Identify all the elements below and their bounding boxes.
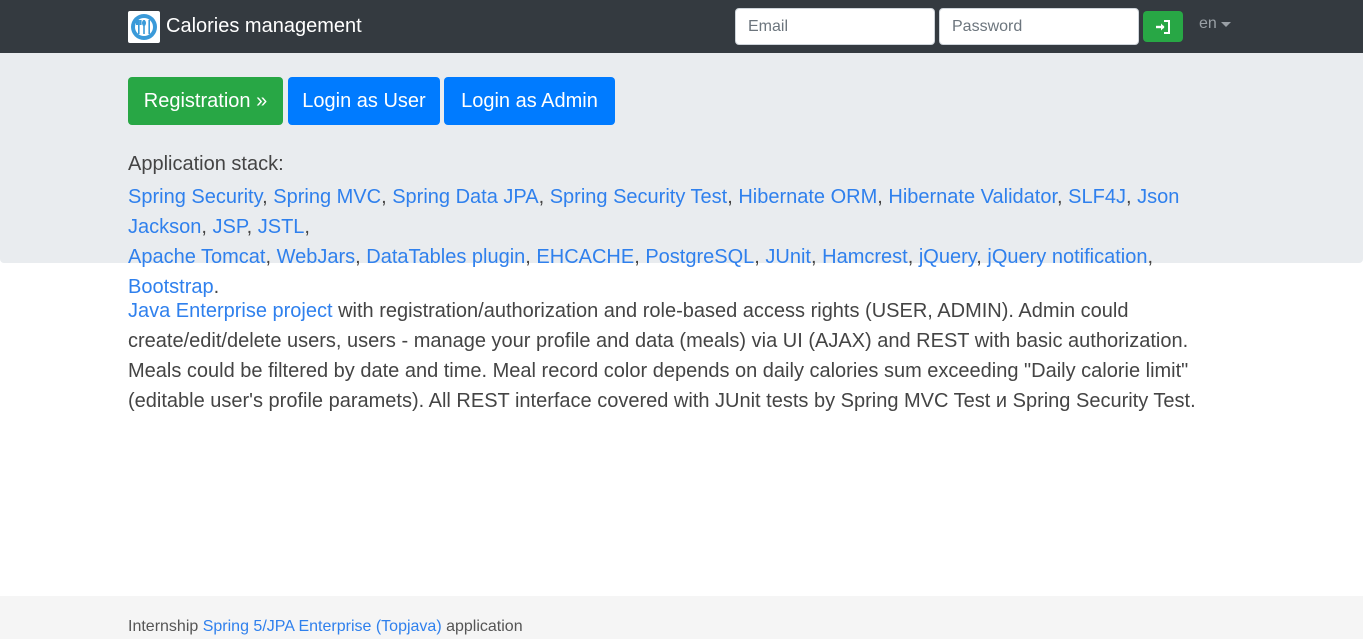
java-enterprise-project-link[interactable]: Java Enterprise project xyxy=(128,300,333,322)
project-description: Java Enterprise project with registratio… xyxy=(128,296,1236,416)
stack-link-webjars[interactable]: WebJars xyxy=(277,246,356,268)
caret-down-icon xyxy=(1220,22,1231,27)
login-as-user-button[interactable]: Login as User xyxy=(288,77,440,125)
registration-button-label: Registration » xyxy=(143,89,268,112)
stack-link-hibernate-validator[interactable]: Hibernate Validator xyxy=(888,186,1057,208)
login-button[interactable] xyxy=(1143,11,1183,42)
brand-title: Calories management xyxy=(166,15,362,37)
stack-link-jstl[interactable]: JSTL xyxy=(258,216,305,238)
stack-link-slf4j[interactable]: SLF4J xyxy=(1068,186,1126,208)
language-label: en xyxy=(1199,15,1217,32)
footer-prefix: Internship xyxy=(128,618,203,635)
stack-link-hamcrest[interactable]: Hamcrest xyxy=(822,246,908,268)
stack-link-spring-mvc[interactable]: Spring MVC xyxy=(273,186,381,208)
login-as-admin-label: Login as Admin xyxy=(461,89,598,112)
stack-link-spring-security[interactable]: Spring Security xyxy=(128,186,262,208)
stack-link-spring-security-test[interactable]: Spring Security Test xyxy=(550,186,728,208)
topjava-link[interactable]: Spring 5/JPA Enterprise (Topjava) xyxy=(203,618,442,635)
stack-link-datatables-plugin[interactable]: DataTables plugin xyxy=(366,246,525,268)
stack-link-jsp[interactable]: JSP xyxy=(213,216,247,238)
password-input[interactable] xyxy=(939,8,1139,45)
stack-link-postgresql[interactable]: PostgreSQL xyxy=(645,246,754,268)
stack-link-apache-tomcat[interactable]: Apache Tomcat xyxy=(128,246,266,268)
stack-link-jquery[interactable]: jQuery xyxy=(919,246,976,268)
stack-link-junit[interactable]: JUnit xyxy=(765,246,811,268)
footer-suffix: application xyxy=(441,618,523,635)
footer: Internship Spring 5/JPA Enterprise (Topj… xyxy=(0,596,1363,639)
registration-button[interactable]: Registration » xyxy=(128,77,283,125)
jumbotron: Registration » Login as User Login as Ad… xyxy=(0,53,1363,298)
login-as-user-label: Login as User xyxy=(302,89,426,112)
language-dropdown[interactable]: en xyxy=(1199,15,1231,33)
footer-text: Internship Spring 5/JPA Enterprise (Topj… xyxy=(128,618,523,636)
stack-links: Spring Security, Spring MVC, Spring Data… xyxy=(128,186,1180,298)
stack-link-spring-data-jpa[interactable]: Spring Data JPA xyxy=(392,186,538,208)
brand[interactable]: Calories management xyxy=(128,10,362,43)
stack-link-ehcache[interactable]: EHCACHE xyxy=(536,246,634,268)
stack-end: . xyxy=(213,276,220,298)
stack-link-bootstrap[interactable]: Bootstrap xyxy=(128,276,214,298)
sign-in-icon xyxy=(1156,19,1170,34)
navbar: Calories management en xyxy=(0,0,1363,53)
stack-link-hibernate-orm[interactable]: Hibernate ORM xyxy=(738,186,877,208)
stack-link-jquery-notification[interactable]: jQuery notification xyxy=(987,246,1147,268)
stack-label: Application stack: xyxy=(128,153,284,175)
login-as-admin-button[interactable]: Login as Admin xyxy=(444,77,615,125)
cutlery-logo-icon xyxy=(128,10,160,43)
email-input[interactable] xyxy=(735,8,935,45)
